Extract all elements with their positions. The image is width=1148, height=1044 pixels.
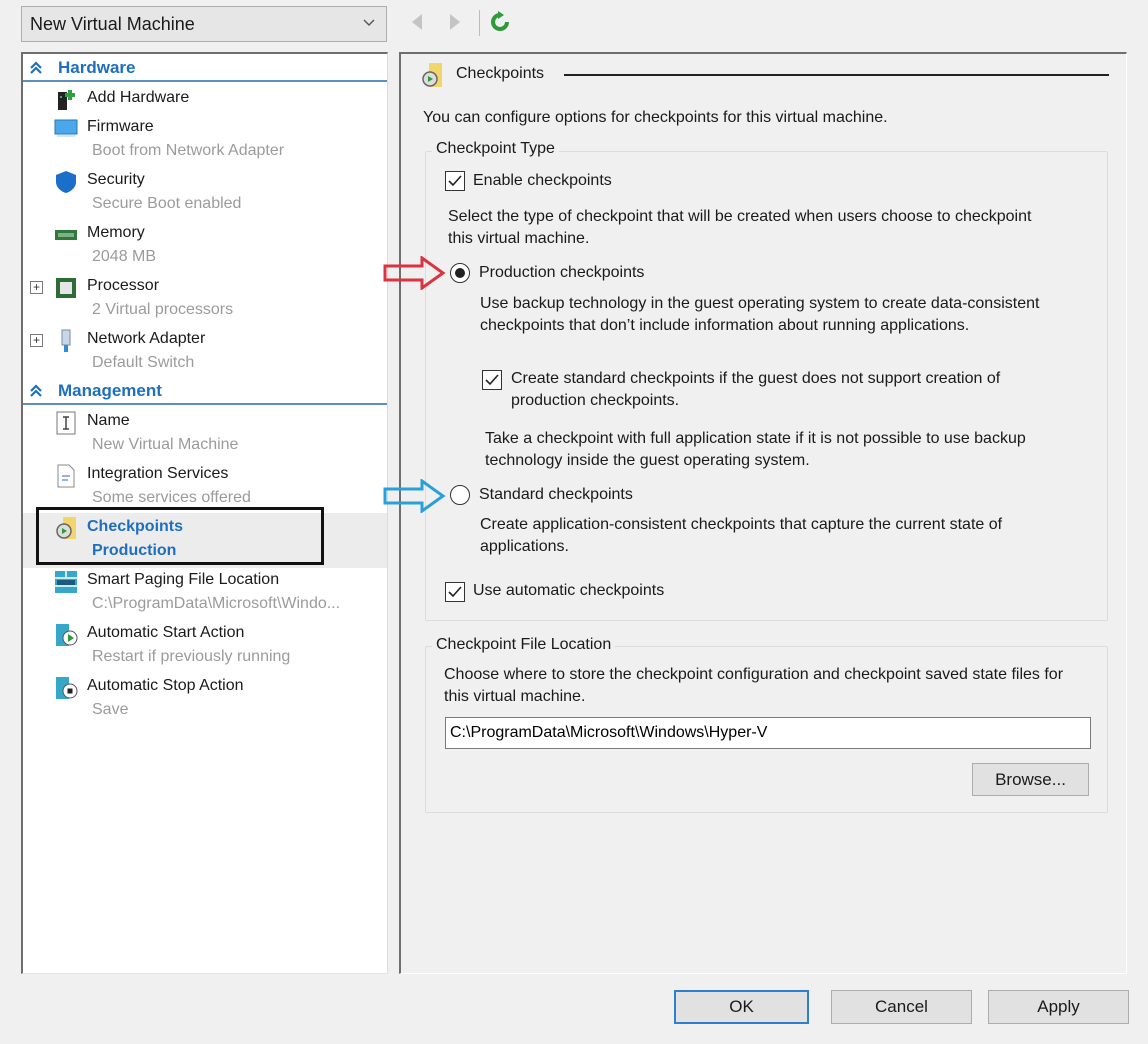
checkpoints-icon	[56, 517, 76, 539]
section-header-management[interactable]: Management	[23, 379, 387, 405]
ok-button[interactable]: OK	[674, 990, 809, 1024]
auto-stop-icon	[56, 677, 78, 699]
apply-button[interactable]: Apply	[988, 990, 1129, 1024]
section-label: Hardware	[58, 58, 136, 77]
section-header-hardware[interactable]: Hardware	[23, 56, 387, 82]
tree-item-label: Integration Services	[87, 465, 229, 482]
chevron-down-icon	[363, 19, 375, 26]
name-icon	[56, 411, 76, 435]
tree-item-label: Automatic Start Action	[87, 624, 245, 641]
radio-selected-dot	[455, 268, 465, 278]
shield-icon	[56, 171, 76, 193]
tree-item-sub: Save	[92, 701, 129, 718]
tree-item-label: Firmware	[87, 118, 154, 135]
title-divider	[564, 74, 1109, 76]
double-chevron-up-icon[interactable]	[28, 383, 44, 399]
integration-services-icon	[57, 464, 75, 488]
red-arrow-annotation-icon	[383, 256, 446, 290]
production-checkpoints-label[interactable]: Production checkpoints	[479, 262, 644, 284]
double-chevron-up-icon[interactable]	[28, 60, 44, 76]
tree-item-sub: Default Switch	[92, 354, 195, 371]
tree-item-label: Smart Paging File Location	[87, 571, 280, 588]
create-standard-fallback-checkbox[interactable]	[482, 370, 502, 390]
auto-start-icon	[56, 624, 78, 646]
enable-checkpoints-label[interactable]: Enable checkpoints	[473, 170, 612, 192]
tree-item-label: Processor	[87, 277, 160, 294]
tree-item-label: Security	[87, 171, 145, 188]
standard-checkpoints-radio[interactable]	[450, 485, 470, 505]
expand-toggle[interactable]: +	[30, 334, 43, 347]
smart-paging-icon	[55, 571, 77, 593]
tree-item-sub: Some services offered	[92, 489, 251, 506]
tree-item-sub: Production	[92, 542, 177, 559]
checkmark-icon	[485, 374, 499, 386]
fallback-note: Take a checkpoint with full application …	[485, 430, 1026, 469]
memory-icon	[55, 230, 77, 240]
expand-toggle[interactable]: +	[30, 281, 43, 294]
tree-item-label: Name	[87, 412, 130, 429]
create-standard-fallback-label[interactable]: Create standard checkpoints if the guest…	[511, 368, 1066, 412]
tree-item-sub: Boot from Network Adapter	[92, 142, 285, 159]
tree-item-sub: New Virtual Machine	[92, 436, 239, 453]
browse-button[interactable]: Browse...	[972, 763, 1089, 796]
arrow-left-icon[interactable]	[409, 12, 425, 32]
firmware-icon	[54, 119, 78, 137]
use-automatic-checkpoints-label[interactable]: Use automatic checkpoints	[473, 580, 664, 602]
section-label: Management	[58, 381, 162, 400]
panel-intro: You can configure options for checkpoint…	[423, 109, 888, 126]
tree-item-sub: Secure Boot enabled	[92, 195, 242, 212]
file-location-description: Choose where to store the checkpoint con…	[444, 666, 1064, 705]
standard-checkpoints-description: Create application-consistent checkpoint…	[480, 516, 1003, 555]
network-adapter-icon	[61, 329, 71, 352]
vm-selector-value: New Virtual Machine	[30, 13, 195, 34]
tree-item-label: Checkpoints	[87, 518, 184, 535]
add-hardware-icon	[58, 90, 75, 110]
cancel-button[interactable]: Cancel	[831, 990, 972, 1024]
checkmark-icon	[448, 175, 462, 187]
production-checkpoints-description: Use backup technology in the guest opera…	[480, 295, 1040, 334]
tree-item-label: Memory	[87, 224, 145, 241]
checkpoint-type-instructions: Select the type of checkpoint that will …	[448, 208, 1032, 247]
standard-checkpoints-label[interactable]: Standard checkpoints	[479, 484, 633, 506]
refresh-icon[interactable]	[489, 11, 511, 33]
tree-item-sub: Restart if previously running	[92, 648, 291, 665]
tree-item-sub: 2 Virtual processors	[92, 301, 234, 318]
use-automatic-checkpoints-checkbox[interactable]	[445, 582, 465, 602]
checkmark-icon	[448, 586, 462, 598]
group-title-checkpoint-type: Checkpoint Type	[432, 140, 559, 158]
blue-arrow-annotation-icon	[383, 479, 446, 513]
tree-item-label: Network Adapter	[87, 330, 206, 347]
tree-item-label: Automatic Stop Action	[87, 677, 244, 694]
enable-checkpoints-checkbox[interactable]	[445, 171, 465, 191]
tree-item-sub: C:\ProgramData\Microsoft\Windo...	[92, 595, 341, 612]
tree-item-label: Add Hardware	[87, 89, 190, 106]
processor-icon	[56, 278, 76, 298]
checkpoint-path-input[interactable]	[445, 717, 1091, 749]
group-title-file-location: Checkpoint File Location	[432, 636, 616, 654]
production-checkpoints-radio[interactable]	[450, 263, 470, 283]
vm-selector-dropdown[interactable]: New Virtual Machine	[21, 6, 387, 42]
tree-item-sub: 2048 MB	[92, 248, 157, 265]
checkpoints-icon	[422, 63, 442, 87]
settings-tree: Hardware Add Hardware Firmware Boot from…	[21, 52, 388, 974]
arrow-right-icon[interactable]	[447, 12, 463, 32]
panel-title: Checkpoints	[456, 65, 545, 82]
toolbar-separator	[479, 10, 480, 36]
